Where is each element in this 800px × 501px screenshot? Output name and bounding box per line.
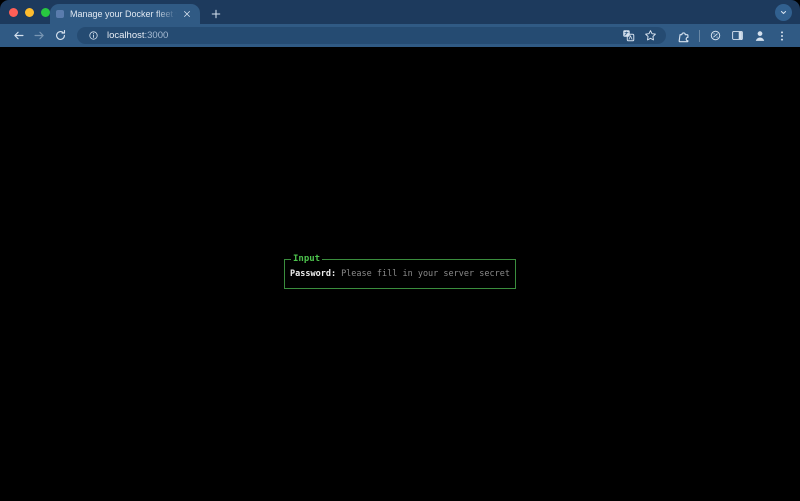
pinned-extension-icon[interactable] [706,27,725,45]
password-input-box[interactable]: Input Password: Please fill in your serv… [284,259,516,289]
browser-menu-icon[interactable] [772,27,791,45]
input-box-legend: Input [291,253,322,266]
browser-window: Manage your Docker fleet wi localhost:30 [0,0,800,501]
bookmark-star-icon[interactable] [642,28,658,44]
url-text: localhost:3000 [107,30,168,41]
back-button[interactable] [9,27,27,45]
browser-toolbar: localhost:3000 [0,24,800,47]
address-bar[interactable]: localhost:3000 [77,27,666,44]
reload-button[interactable] [51,27,69,45]
traffic-lights [9,8,50,17]
password-label: Password: [290,269,336,279]
url-host: localhost [107,30,145,41]
side-panel-icon[interactable] [728,27,747,45]
window-minimize-button[interactable] [25,8,34,17]
toolbar-divider [699,30,700,42]
tab-strip: Manage your Docker fleet wi [0,0,800,24]
new-tab-button[interactable] [205,4,227,24]
window-zoom-button[interactable] [41,8,50,17]
tab-title: Manage your Docker fleet wi [70,9,180,19]
url-port: :3000 [145,30,169,41]
forward-button[interactable] [30,27,48,45]
profile-avatar-icon[interactable] [750,27,769,45]
extensions-icon[interactable] [674,27,693,45]
tab-favicon-icon [56,10,64,18]
translate-icon[interactable] [620,28,636,44]
window-close-button[interactable] [9,8,18,17]
browser-tab-active[interactable]: Manage your Docker fleet wi [50,4,200,24]
password-placeholder: Please fill in your server secret [341,269,510,279]
tab-overview-button[interactable] [775,4,792,21]
page-content: Input Password: Please fill in your serv… [0,47,800,501]
site-info-icon[interactable] [85,28,101,44]
tab-close-icon[interactable] [180,7,194,21]
